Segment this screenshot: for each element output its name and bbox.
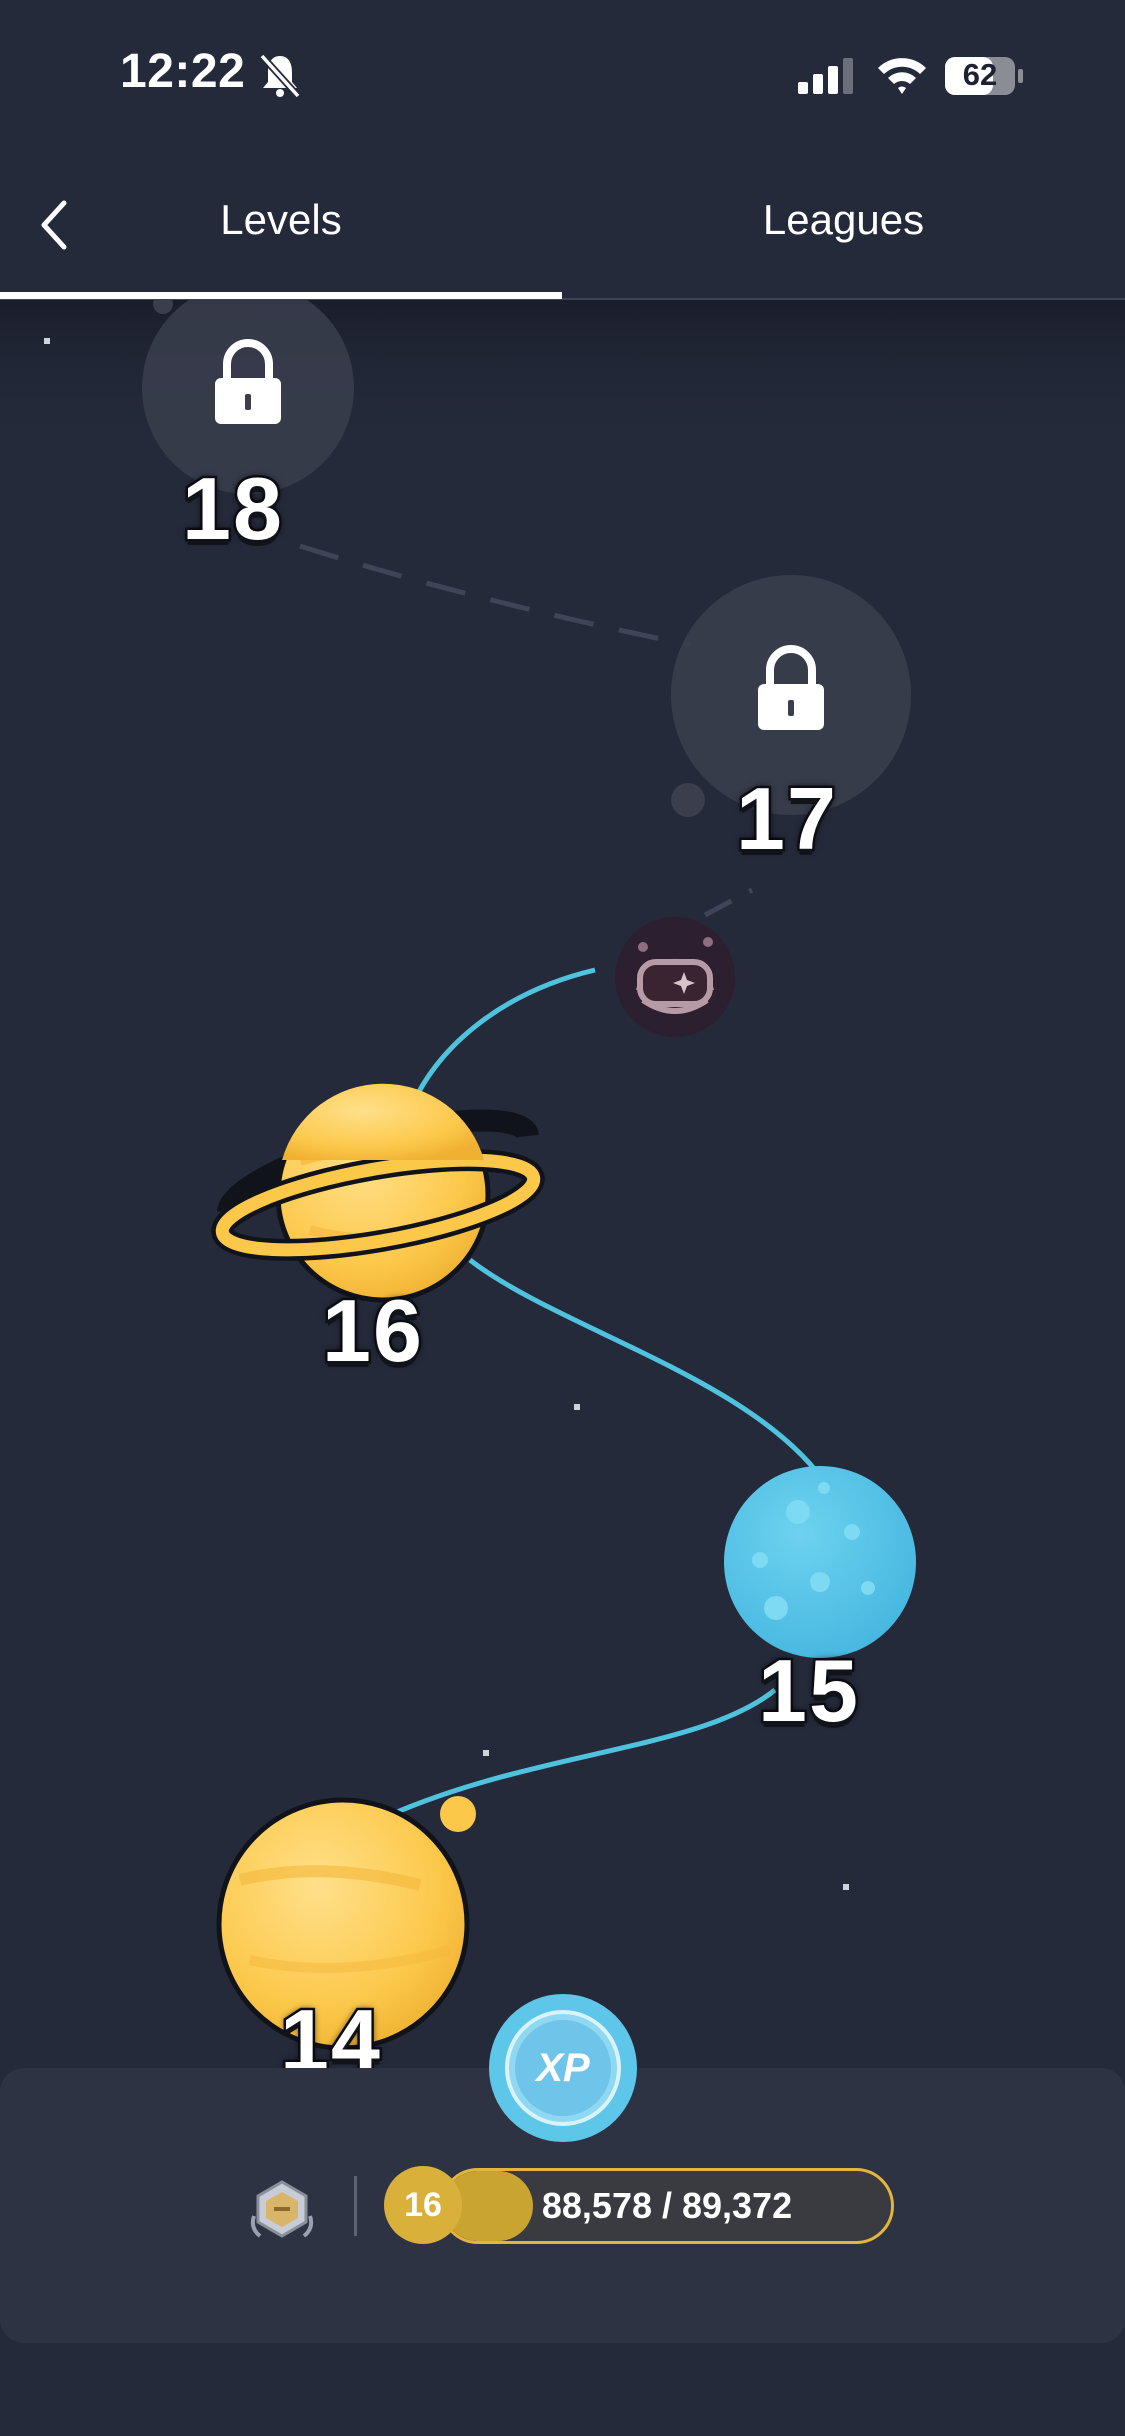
panel-separator <box>354 2176 357 2236</box>
progress-path <box>468 1258 833 1492</box>
bell-slash-icon <box>259 53 301 98</box>
map-canvas <box>0 300 1125 2051</box>
star <box>574 1404 580 1410</box>
wifi-icon <box>878 58 926 94</box>
xp-progress-value: 88,578 / 89,372 <box>541 2185 793 2226</box>
level-map: 18 17 16 15 14 <box>0 300 1125 2093</box>
level-18-label: 18 <box>180 457 285 561</box>
level-15-label: 15 <box>756 1639 861 1743</box>
level-16-planet[interactable] <box>211 1083 545 1303</box>
astronaut-helmet-icon <box>615 917 735 1037</box>
star <box>44 338 50 344</box>
star <box>843 1884 849 1890</box>
progress-path <box>407 967 596 1111</box>
league-badge-icon[interactable] <box>246 2178 318 2242</box>
progress-path <box>389 1688 777 1818</box>
xp-progress-bar: 88,578 / 89,372 <box>440 2168 894 2244</box>
level-16-label: 16 <box>320 1279 425 1383</box>
tab-bar: Levels Leagues <box>0 150 1125 300</box>
star <box>483 1750 489 1756</box>
locked-path <box>299 543 691 648</box>
signal-icon <box>798 58 853 94</box>
tab-leagues[interactable]: Leagues <box>562 196 1125 244</box>
tab-levels[interactable]: Levels <box>0 196 562 244</box>
battery-level: 62 <box>962 57 998 92</box>
xp-badge-label: XP <box>536 2046 590 2090</box>
level-17-label: 17 <box>734 767 839 871</box>
locked-path <box>703 887 754 918</box>
status-time: 12:22 <box>120 45 246 98</box>
level-15-planet[interactable] <box>724 1466 916 1658</box>
status-bar: 12:22 62 <box>0 0 1125 150</box>
current-level-badge: 16 <box>384 2166 462 2244</box>
tab-selected-indicator <box>0 292 562 299</box>
